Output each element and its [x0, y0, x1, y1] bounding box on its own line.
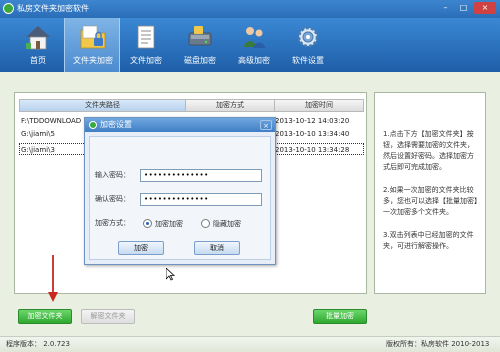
tips-panel: 1.点击下方【加密文件夹】按钮，选择需要加密的文件夹，然后设置好密码。选择加密方…: [374, 92, 486, 294]
tab-advanced-encrypt-label: 高级加密: [238, 56, 270, 65]
decrypt-folder-button[interactable]: 解密文件夹: [81, 309, 135, 324]
column-folder-path[interactable]: 文件夹路径: [20, 100, 186, 111]
tab-file-encrypt[interactable]: 文件加密: [118, 18, 174, 72]
encrypt-folder-button[interactable]: 加密文件夹: [18, 309, 72, 324]
dialog-shield-icon: [89, 121, 97, 129]
tab-home[interactable]: 首页: [10, 18, 66, 72]
tab-folder-encrypt[interactable]: 文件夹加密: [64, 18, 120, 72]
app-title: 私房文件夹加密软件: [17, 4, 89, 13]
tip-item: 2.如果一次加密的文件夹比较多，您也可以选择【批量加密】一次加密多个文件夹。: [383, 186, 478, 216]
table-header: 文件夹路径 加密方式 加密时间: [19, 99, 364, 112]
status-bar: 程序版本： 2.0.723 版权所有：私房软件 2010-2013: [0, 336, 500, 352]
maximize-button[interactable]: □: [456, 2, 471, 14]
annotation-arrow: [48, 255, 58, 302]
encrypt-settings-dialog: 加密设置 × 输入密码： •••••••••••••• 确认密码： ••••••…: [84, 117, 276, 265]
method-radio-encrypt-label[interactable]: 加密加密: [155, 219, 183, 229]
tips-list: 1.点击下方【加密文件夹】按钮，选择需要加密的文件夹，然后设置好密码。选择加密方…: [383, 129, 479, 264]
title-bar: 私房文件夹加密软件 – □ ×: [0, 0, 500, 18]
encrypt-method-label: 加密方式：: [95, 219, 130, 227]
tab-file-encrypt-label: 文件加密: [130, 56, 162, 65]
app-shield-icon: [3, 3, 14, 14]
method-radio-hide-label[interactable]: 隐藏加密: [213, 219, 241, 229]
dialog-cancel-button[interactable]: 取消: [194, 241, 240, 255]
dialog-title-bar: 加密设置 ×: [85, 118, 275, 132]
row-time: 2013-10-10 13:34:40: [275, 130, 350, 138]
tab-settings[interactable]: 软件设置: [280, 18, 336, 72]
password-field[interactable]: ••••••••••••••: [140, 169, 262, 182]
disk-icon: [188, 26, 212, 46]
app-window: 私房文件夹加密软件 – □ × 首页 文件夹加密 文件加密 磁盘加密 高级加密 …: [0, 0, 500, 352]
row-time: 2013-10-12 14:03:20: [275, 117, 350, 125]
batch-encrypt-button[interactable]: 批量加密: [313, 309, 367, 324]
tab-folder-encrypt-label: 文件夹加密: [73, 56, 113, 65]
folder-lock-icon: [80, 25, 106, 49]
house-icon: [26, 26, 50, 50]
dialog-ok-button[interactable]: 加密: [118, 241, 164, 255]
confirm-password-label: 确认密码：: [95, 195, 130, 203]
tip-item: 3.双击列表中已经加密的文件夹，可进行解密操作。: [383, 231, 474, 250]
dialog-close-button[interactable]: ×: [260, 120, 272, 130]
dialog-title: 加密设置: [100, 120, 132, 129]
document-icon: [137, 25, 155, 49]
tab-home-label: 首页: [30, 56, 46, 65]
dialog-body: 输入密码： •••••••••••••• 确认密码： •••••••••••••…: [89, 136, 271, 260]
version-text: 程序版本： 2.0.723: [6, 340, 70, 348]
method-radio-encrypt[interactable]: [143, 219, 152, 228]
copyright-text: 版权所有：私房软件 2010-2013: [386, 340, 490, 348]
confirm-password-field[interactable]: ••••••••••••••: [140, 193, 262, 206]
gear-icon: [297, 26, 319, 48]
tab-disk-encrypt[interactable]: 磁盘加密: [172, 18, 228, 72]
column-encrypt-time[interactable]: 加密时间: [275, 100, 363, 111]
tab-settings-label: 软件设置: [292, 56, 324, 65]
password-label: 输入密码：: [95, 171, 130, 179]
minimize-button[interactable]: –: [438, 2, 453, 14]
main-toolbar: 首页 文件夹加密 文件加密 磁盘加密 高级加密 软件设置: [0, 18, 500, 72]
tab-disk-encrypt-label: 磁盘加密: [184, 56, 216, 65]
mouse-cursor-icon: [166, 268, 175, 281]
close-button[interactable]: ×: [474, 2, 496, 14]
tip-item: 1.点击下方【加密文件夹】按钮，选择需要加密的文件夹，然后设置好密码。选择加密方…: [383, 130, 474, 171]
users-icon: [243, 27, 266, 48]
tab-advanced-encrypt[interactable]: 高级加密: [226, 18, 282, 72]
column-encrypt-method[interactable]: 加密方式: [186, 100, 275, 111]
method-radio-hide[interactable]: [201, 219, 210, 228]
row-time: 2013-10-10 13:34:28: [275, 146, 350, 154]
